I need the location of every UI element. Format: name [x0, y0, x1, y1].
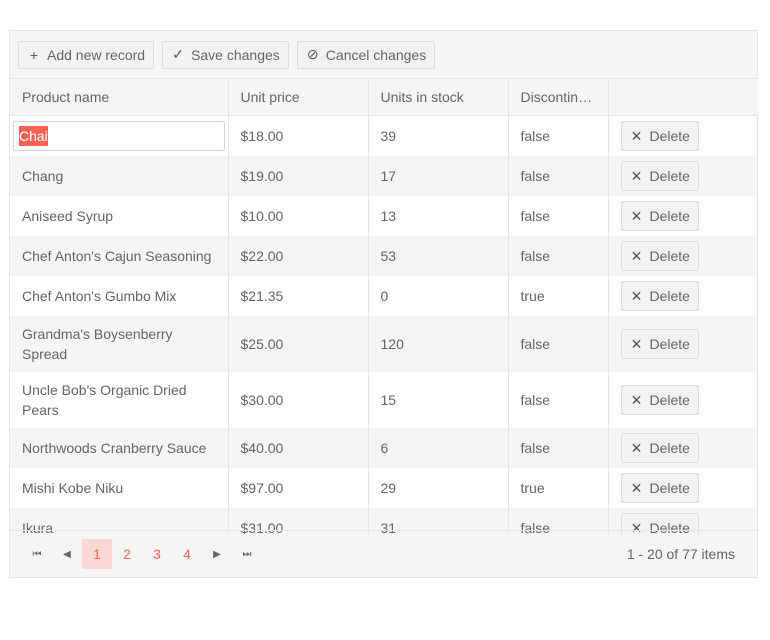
units-in-stock-cell[interactable]: 120 [367, 316, 508, 372]
command-cell: ✕ Delete [607, 316, 757, 372]
table-row[interactable]: Grandma's Boysenberry Spread $25.00 120 fal… [10, 316, 757, 372]
unit-price-cell[interactable]: $21.35 [227, 276, 368, 316]
command-cell: ✕ Delete [607, 156, 757, 196]
command-cell: ✕ Delete [607, 428, 757, 468]
unit-price-cell[interactable]: $10.00 [227, 196, 368, 236]
grid-header: Product name Unit price Units in stock D… [10, 79, 758, 116]
column-header-unit-price[interactable]: Unit price [227, 79, 368, 116]
table-row[interactable]: Mishi Kobe Niku $97.00 29 true ✕ Delete [10, 468, 757, 508]
units-in-stock-cell[interactable]: 6 [367, 428, 508, 468]
units-in-stock-cell[interactable]: 39 [367, 116, 508, 156]
units-in-stock-cell[interactable]: 29 [367, 468, 508, 508]
discontinued-cell[interactable]: false [507, 372, 608, 428]
units-in-stock-cell[interactable]: 53 [367, 236, 508, 276]
delete-button[interactable]: ✕ Delete [620, 473, 699, 503]
discontinued-cell[interactable]: false [507, 236, 608, 276]
delete-button[interactable]: ✕ Delete [620, 161, 699, 191]
delete-button[interactable]: ✕ Delete [620, 385, 699, 415]
table-row[interactable]: Chef Anton's Cajun Seasoning $22.00 53 fals… [10, 236, 757, 276]
product-name-cell[interactable]: Northwoods Cranberry Sauce [10, 428, 228, 468]
table-row[interactable]: Chai $18.00 39 false ✕ Delete [10, 116, 757, 156]
column-header-discontinued[interactable]: Discontin… [507, 79, 608, 116]
page-3[interactable]: 3 [142, 539, 172, 569]
close-icon: ✕ [630, 392, 643, 408]
units-in-stock-cell[interactable]: 13 [367, 196, 508, 236]
close-icon: ✕ [630, 440, 643, 456]
first-page-button[interactable]: ⏮ [22, 539, 52, 569]
close-icon: ✕ [630, 168, 643, 184]
discontinued-cell[interactable]: true [507, 468, 608, 508]
discontinued-cell[interactable]: false [507, 116, 608, 156]
page-1[interactable]: 1 [82, 539, 112, 569]
command-cell: ✕ Delete [607, 236, 757, 276]
discontinued-cell[interactable]: false [507, 428, 608, 468]
pager-info: 1 - 20 of 77 items [626, 546, 735, 562]
column-header-units-in-stock[interactable]: Units in stock [367, 79, 508, 116]
page-4[interactable]: 4 [172, 539, 202, 569]
product-name-cell[interactable]: Chef Anton's Cajun Seasoning [10, 236, 228, 276]
discontinued-cell[interactable]: false [507, 156, 608, 196]
discontinued-cell[interactable]: false [507, 196, 608, 236]
cancel-icon: ⊘ [306, 46, 319, 62]
unit-price-cell[interactable]: $19.00 [227, 156, 368, 196]
delete-button[interactable]: ✕ Delete [620, 433, 699, 463]
next-page-button[interactable]: ▶ [202, 539, 232, 569]
close-icon: ✕ [630, 288, 643, 304]
grid-body[interactable]: Chai $18.00 39 false ✕ Delete Chang $19.00 17 fal… [10, 116, 757, 534]
toolbar: + Add new record ✓ Save changes ⊘ Cancel ch… [10, 31, 757, 79]
add-record-button[interactable]: + Add new record [18, 40, 155, 69]
prev-page-button[interactable]: ◀ [52, 539, 82, 569]
command-cell: ✕ Delete [607, 372, 757, 428]
grid-rows: Chai $18.00 39 false ✕ Delete Chang $19.00 17 fal… [10, 116, 757, 534]
table-row[interactable]: Chang $19.00 17 false ✕ Delete [10, 156, 757, 196]
product-name-cell[interactable]: Chef Anton's Gumbo Mix [10, 276, 228, 316]
product-name-cell[interactable]: Aniseed Syrup [10, 196, 228, 236]
delete-button[interactable]: ✕ Delete [620, 201, 699, 231]
save-changes-button[interactable]: ✓ Save changes [162, 40, 289, 69]
column-header-command [607, 79, 758, 116]
delete-button[interactable]: ✕ Delete [620, 121, 699, 151]
page-2[interactable]: 2 [112, 539, 142, 569]
column-header-product-name[interactable]: Product name [10, 79, 228, 116]
discontinued-cell[interactable]: true [507, 276, 608, 316]
delete-button[interactable]: ✕ Delete [620, 241, 699, 271]
last-page-button[interactable]: ⏭ [232, 539, 262, 569]
unit-price-cell[interactable]: $25.00 [227, 316, 368, 372]
product-name-cell[interactable]: Mishi Kobe Niku [10, 468, 228, 508]
close-icon: ✕ [630, 128, 643, 144]
units-in-stock-cell[interactable]: 17 [367, 156, 508, 196]
command-cell: ✕ Delete [607, 468, 757, 508]
units-in-stock-cell[interactable]: 0 [367, 276, 508, 316]
command-cell: ✕ Delete [607, 196, 757, 236]
delete-button[interactable]: ✕ Delete [620, 281, 699, 311]
unit-price-cell[interactable]: $40.00 [227, 428, 368, 468]
table-row[interactable]: Northwoods Cranberry Sauce $40.00 6 false ✕ D… [10, 428, 757, 468]
table-row[interactable]: Chef Anton's Gumbo Mix $21.35 0 true ✕ Delete [10, 276, 757, 316]
table-row[interactable]: Uncle Bob's Organic Dried Pears $30.00 15 f… [10, 372, 757, 428]
plus-icon: + [29, 46, 39, 63]
product-name-cell[interactable]: Uncle Bob's Organic Dried Pears [10, 372, 228, 428]
command-cell: ✕ Delete [607, 276, 757, 316]
close-icon: ✕ [630, 248, 643, 264]
product-name-input[interactable]: Chai [13, 121, 225, 151]
unit-price-cell[interactable]: $18.00 [227, 116, 368, 156]
grid: + Add new record ✓ Save changes ⊘ Cancel ch… [9, 30, 758, 578]
close-icon: ✕ [630, 336, 643, 352]
pager: ⏮ ◀ 1 2 3 4 ▶ ⏭ 1 - 20 of 77 items [10, 530, 757, 577]
command-cell: ✕ Delete [607, 116, 757, 156]
close-icon: ✕ [630, 480, 643, 496]
table-row[interactable]: Aniseed Syrup $10.00 13 false ✕ Delete [10, 196, 757, 236]
product-name-cell[interactable]: Chang [10, 156, 228, 196]
check-icon: ✓ [172, 46, 184, 62]
units-in-stock-cell[interactable]: 15 [367, 372, 508, 428]
product-name-cell[interactable]: Chai [10, 116, 228, 156]
discontinued-cell[interactable]: false [507, 316, 608, 372]
delete-button[interactable]: ✕ Delete [620, 329, 699, 359]
unit-price-cell[interactable]: $97.00 [227, 468, 368, 508]
unit-price-cell[interactable]: $22.00 [227, 236, 368, 276]
unit-price-cell[interactable]: $30.00 [227, 372, 368, 428]
close-icon: ✕ [630, 208, 643, 224]
cancel-changes-button[interactable]: ⊘ Cancel changes [296, 40, 436, 69]
product-name-cell[interactable]: Grandma's Boysenberry Spread [10, 316, 228, 372]
